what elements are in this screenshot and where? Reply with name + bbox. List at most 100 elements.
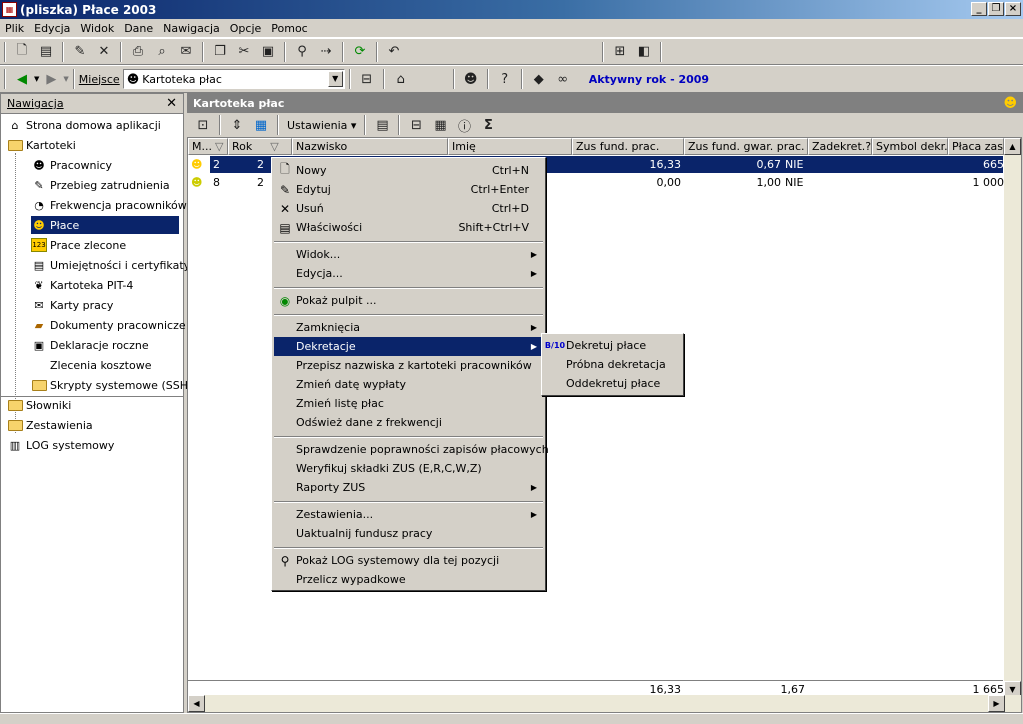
home-icon[interactable]: ⌂ bbox=[390, 68, 412, 90]
users-icon[interactable]: ☻ bbox=[460, 68, 482, 90]
nav-item-place[interactable]: ☻ Płace bbox=[31, 216, 179, 234]
export-icon[interactable]: ⊟ bbox=[405, 114, 427, 136]
info-icon[interactable]: ⓘ bbox=[453, 114, 475, 136]
column-header-zus-gwar[interactable]: Zus fund. gwar. prac. bbox=[684, 138, 808, 155]
nav-item-przebieg[interactable]: ✎ Przebieg zatrudnienia bbox=[31, 176, 169, 194]
vertical-scrollbar[interactable]: ▲ ▼ bbox=[1004, 138, 1021, 698]
menu-item-przelicz-wypadkowe[interactable]: Przelicz wypadkowe bbox=[274, 570, 543, 589]
menu-widok[interactable]: Widok bbox=[75, 22, 119, 35]
filter-icon[interactable]: ⊡ bbox=[192, 114, 214, 136]
minimize-button[interactable]: _ bbox=[971, 2, 987, 16]
nav-item-dokumenty[interactable]: ▰ Dokumenty pracownicze bbox=[31, 316, 186, 334]
column-header-symbol[interactable]: Symbol dekr... bbox=[872, 138, 948, 155]
restore-button[interactable]: ❐ bbox=[988, 2, 1004, 16]
print-preview-icon[interactable]: ⌕ bbox=[151, 41, 173, 63]
nav-item-pit4[interactable]: ❦ Kartoteka PIT-4 bbox=[31, 276, 133, 294]
copy-icon[interactable]: ❐ bbox=[209, 41, 231, 63]
help-icon[interactable]: ? bbox=[494, 68, 516, 90]
find-icon[interactable]: ⚲ bbox=[291, 41, 313, 63]
menu-item-dekretuj[interactable]: B/10 Dekretuj płace bbox=[544, 336, 681, 355]
menu-item-pokaz-pulpit[interactable]: ◉ Pokaż pulpit ... bbox=[274, 291, 543, 310]
menu-item-raporty-zus[interactable]: Raporty ZUS ▶ bbox=[274, 478, 543, 497]
properties-icon[interactable]: ▤ bbox=[371, 114, 393, 136]
menu-item-oddekretuj[interactable]: Oddekretuj płace bbox=[544, 374, 681, 393]
menu-pomoc[interactable]: Pomoc bbox=[266, 22, 312, 35]
scroll-left-icon[interactable]: ◀ bbox=[188, 695, 205, 712]
nav-item-umiejetnosci[interactable]: ▤ Umiejętności i certyfikaty bbox=[31, 256, 190, 274]
properties-icon[interactable]: ▤ bbox=[35, 41, 57, 63]
new-document-icon[interactable]: 🗋 bbox=[11, 41, 33, 63]
menu-item-probna-dekretacja[interactable]: Próbna dekretacja bbox=[544, 355, 681, 374]
link-icon[interactable]: ∞ bbox=[552, 68, 574, 90]
calendar-icon[interactable]: ▦ bbox=[429, 114, 451, 136]
menu-item-zestawienia[interactable]: Zestawienia... ▶ bbox=[274, 505, 543, 524]
column-header-nazwisko[interactable]: Nazwisko bbox=[292, 138, 448, 155]
horizontal-scrollbar[interactable]: ◀ ▶ bbox=[188, 695, 1021, 712]
column-header-rok[interactable]: Rok ▽ bbox=[228, 138, 292, 155]
menu-item-nowy[interactable]: 🗋 Nowy Ctrl+N bbox=[274, 161, 543, 180]
close-icon[interactable]: ✕ bbox=[166, 96, 177, 111]
menu-item-zamkniecia[interactable]: Zamknięcia ▶ bbox=[274, 318, 543, 337]
menu-item-przepisz-nazwiska[interactable]: Przepisz nazwiska z kartoteki pracownikó… bbox=[274, 356, 543, 375]
nav-item-skrypty[interactable]: Skrypty systemowe (SSH) bbox=[31, 376, 192, 394]
nav-item-home[interactable]: ⌂ Strona domowa aplikacji bbox=[7, 116, 161, 134]
menu-item-zmien-liste[interactable]: Zmień listę płac bbox=[274, 394, 543, 413]
nav-item-pracownicy[interactable]: ☻ Pracownicy bbox=[31, 156, 112, 174]
scroll-up-icon[interactable]: ▲ bbox=[1004, 138, 1021, 155]
menu-item-dekretacje[interactable]: Dekretacje ▶ bbox=[274, 337, 543, 356]
menu-item-edytuj[interactable]: ✎ Edytuj Ctrl+Enter bbox=[274, 180, 543, 199]
menu-item-widok[interactable]: Widok... ▶ bbox=[274, 245, 543, 264]
menu-edycja[interactable]: Edycja bbox=[29, 22, 75, 35]
hierarchy-icon[interactable]: ⊟ bbox=[356, 68, 378, 90]
mail-icon[interactable]: ✉ bbox=[175, 41, 197, 63]
refresh-icon[interactable]: ⟳ bbox=[349, 41, 371, 63]
forward-icon[interactable]: ▶ bbox=[40, 68, 62, 90]
menu-item-zmien-date[interactable]: Zmień datę wypłaty bbox=[274, 375, 543, 394]
nav-item-log[interactable]: ▥ LOG systemowy bbox=[7, 436, 115, 454]
undo-icon[interactable]: ↶ bbox=[383, 41, 405, 63]
column-header-m[interactable]: M... ▽ bbox=[188, 138, 228, 155]
nav-item-karty-pracy[interactable]: ✉ Karty pracy bbox=[31, 296, 113, 314]
print-icon[interactable]: ⎙ bbox=[127, 41, 149, 63]
nav-item-deklaracje[interactable]: ▣ Deklaracje roczne bbox=[31, 336, 149, 354]
menu-item-edycja[interactable]: Edycja... ▶ bbox=[274, 264, 543, 283]
location-select[interactable]: ☻ Kartoteka płac ▼ bbox=[122, 69, 345, 89]
column-header-placa[interactable]: Płaca zasa bbox=[948, 138, 1004, 155]
menu-nawigacja[interactable]: Nawigacja bbox=[158, 22, 225, 35]
column-header-zus-prac[interactable]: Zus fund. prac. bbox=[572, 138, 684, 155]
menu-item-pokaz-log[interactable]: ⚲ Pokaż LOG systemowy dla tej pozycji bbox=[274, 551, 543, 570]
menu-item-weryfikuj-zus[interactable]: Weryfikuj składki ZUS (E,R,C,W,Z) bbox=[274, 459, 543, 478]
column-header-zadekret[interactable]: Zadekret.? bbox=[808, 138, 872, 155]
split-view-icon[interactable]: ◧ bbox=[633, 41, 655, 63]
nav-item-prace-zlecone[interactable]: 123 Prace zlecone bbox=[31, 236, 126, 254]
menu-item-odswiez-frekwencje[interactable]: Odśwież dane z frekwencji bbox=[274, 413, 543, 432]
chevron-down-icon[interactable]: ▼ bbox=[327, 71, 343, 87]
nav-item-kartoteki[interactable]: Kartoteki bbox=[7, 136, 76, 154]
menu-item-sprawdzenie[interactable]: Sprawdzenie poprawności zapisów płacowyc… bbox=[274, 440, 549, 459]
cut-icon[interactable]: ✂ bbox=[233, 41, 255, 63]
menu-opcje[interactable]: Opcje bbox=[225, 22, 267, 35]
edit-icon[interactable]: ✎ bbox=[69, 41, 91, 63]
tree-view-icon[interactable]: ⊞ bbox=[609, 41, 631, 63]
menu-item-uaktualnij-fundusz[interactable]: Uaktualnij fundusz pracy bbox=[274, 524, 543, 543]
sort-icon[interactable]: ⇕ bbox=[226, 114, 248, 136]
menu-plik[interactable]: Plik bbox=[0, 22, 29, 35]
column-header-imie[interactable]: Imię bbox=[448, 138, 572, 155]
menu-dane[interactable]: Dane bbox=[119, 22, 158, 35]
nav-item-slowniki[interactable]: Słowniki bbox=[7, 396, 71, 414]
menu-item-usun[interactable]: ✕ Usuń Ctrl+D bbox=[274, 199, 543, 218]
menu-item-wlasciwosci[interactable]: ▤ Właściwości Shift+Ctrl+V bbox=[274, 218, 543, 237]
sum-icon[interactable]: Σ bbox=[477, 114, 499, 136]
nav-item-zestawienia[interactable]: Zestawienia bbox=[7, 416, 93, 434]
close-window-button[interactable]: × bbox=[1005, 2, 1021, 16]
scroll-right-icon[interactable]: ▶ bbox=[988, 695, 1005, 712]
columns-icon[interactable]: ▦ bbox=[250, 114, 272, 136]
tools-icon[interactable]: ◆ bbox=[528, 68, 550, 90]
back-icon[interactable]: ◀ bbox=[11, 68, 33, 90]
nav-item-frekwencja[interactable]: ◔ Frekwencja pracowników bbox=[31, 196, 187, 214]
nav-item-zlecenia-kosztowe[interactable]: Zlecenia kosztowe bbox=[31, 356, 151, 374]
find-next-icon[interactable]: ⇢ bbox=[315, 41, 337, 63]
settings-button[interactable]: Ustawienia ▾ bbox=[283, 119, 360, 132]
paste-icon[interactable]: ▣ bbox=[257, 41, 279, 63]
delete-icon[interactable]: ✕ bbox=[93, 41, 115, 63]
